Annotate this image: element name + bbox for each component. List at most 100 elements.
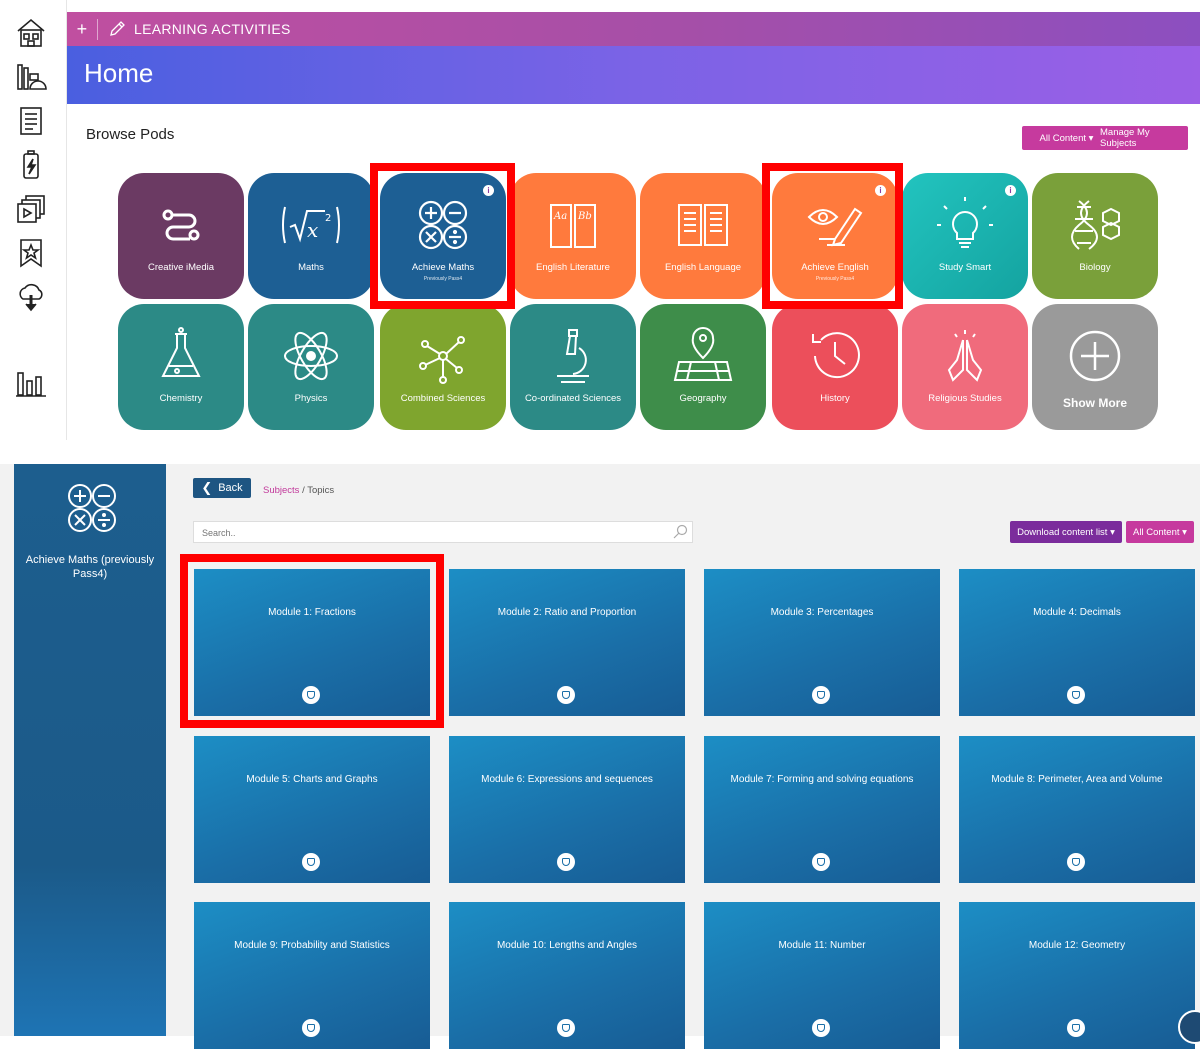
module-card[interactable]: Module 7: Forming and solving equations bbox=[704, 736, 940, 883]
subject-title: Achieve Maths (previously Pass4) bbox=[25, 554, 155, 580]
pod-label: Co-ordinated Sciences bbox=[524, 393, 622, 404]
all-content-dropdown[interactable]: All Content ▾ bbox=[1126, 521, 1194, 543]
module-card[interactable]: Module 2: Ratio and Proportion bbox=[449, 569, 685, 716]
diamond-icon bbox=[557, 1019, 575, 1037]
pod-coordinated-sciences[interactable]: Co-ordinated Sciences bbox=[510, 304, 636, 430]
download-content-list-button[interactable]: Download content list ▾ bbox=[1010, 521, 1122, 543]
module-title: Module 9: Probability and Statistics bbox=[234, 940, 390, 951]
module-card[interactable]: Module 8: Perimeter, Area and Volume bbox=[959, 736, 1195, 883]
diamond-icon bbox=[302, 1019, 320, 1037]
pod-label: Study Smart bbox=[938, 262, 992, 273]
pod-chemistry[interactable]: Chemistry bbox=[118, 304, 244, 430]
pod-label: English Language bbox=[664, 262, 742, 273]
module-title: Module 11: Number bbox=[778, 940, 866, 951]
diamond-icon bbox=[1067, 1019, 1085, 1037]
activities-bar: + LEARNING ACTIVITIES bbox=[67, 12, 1200, 46]
section-label[interactable]: LEARNING ACTIVITIES bbox=[134, 21, 291, 37]
pod-creative-imedia[interactable]: Creative iMedia bbox=[118, 173, 244, 299]
pod-history[interactable]: History bbox=[772, 304, 898, 430]
slides-icon[interactable] bbox=[12, 190, 50, 228]
pod-label: Maths bbox=[298, 262, 324, 273]
breadcrumb: Subjects / Topics bbox=[263, 485, 334, 496]
lightbulb-icon bbox=[937, 197, 993, 248]
module-card[interactable]: Module 12: Geometry bbox=[959, 902, 1195, 1049]
plus-circle-icon bbox=[1069, 330, 1121, 382]
pod-label: Combined Sciences bbox=[400, 393, 486, 404]
module-card[interactable]: Module 6: Expressions and sequences bbox=[449, 736, 685, 883]
breadcrumb-subjects-link[interactable]: Subjects bbox=[263, 485, 299, 496]
bookmark-star-icon[interactable] bbox=[12, 234, 50, 272]
library-icon[interactable] bbox=[12, 58, 50, 96]
module-card[interactable]: Module 11: Number bbox=[704, 902, 940, 1049]
module-card[interactable]: Module 9: Probability and Statistics bbox=[194, 902, 430, 1049]
stats-icon[interactable] bbox=[12, 364, 50, 402]
pod-combined-sciences[interactable]: Combined Sciences bbox=[380, 304, 506, 430]
microscope-icon bbox=[557, 329, 589, 383]
pod-show-more[interactable]: Show More bbox=[1032, 304, 1158, 430]
module-card[interactable]: Module 3: Percentages bbox=[704, 569, 940, 716]
diamond-icon bbox=[557, 686, 575, 704]
search-input[interactable] bbox=[200, 526, 664, 540]
highlight-module-1 bbox=[180, 554, 444, 728]
math-operators-icon bbox=[68, 484, 116, 532]
diamond-icon bbox=[812, 1019, 830, 1037]
pod-biology[interactable]: Biology bbox=[1032, 173, 1158, 299]
diamond-icon bbox=[302, 853, 320, 871]
section-divider bbox=[0, 440, 1200, 464]
add-activity-button[interactable]: + bbox=[67, 18, 98, 40]
dna-icon bbox=[1071, 200, 1120, 250]
pod-maths[interactable]: x2 Maths bbox=[248, 173, 374, 299]
chevron-left-icon: ❮ bbox=[201, 480, 213, 495]
pod-label: Chemistry bbox=[159, 393, 203, 404]
highlight-achieve-maths bbox=[370, 163, 515, 309]
home-icon[interactable] bbox=[12, 14, 50, 52]
open-book-icon: Aa Bb bbox=[550, 204, 596, 248]
svg-text:2: 2 bbox=[325, 213, 331, 224]
pod-religious-studies[interactable]: Religious Studies bbox=[902, 304, 1028, 430]
book-icon bbox=[678, 204, 728, 246]
module-title: Module 6: Expressions and sequences bbox=[481, 774, 653, 785]
page-title: Home bbox=[84, 58, 154, 88]
praying-hands-icon bbox=[947, 330, 983, 382]
battery-icon[interactable] bbox=[12, 146, 50, 184]
diamond-icon bbox=[1067, 686, 1085, 704]
flask-icon bbox=[161, 327, 201, 377]
pod-label: Physics bbox=[294, 393, 328, 404]
pod-physics[interactable]: Physics bbox=[248, 304, 374, 430]
back-button[interactable]: ❮ Back bbox=[193, 478, 251, 498]
pod-english-literature[interactable]: Aa Bb English Literature bbox=[510, 173, 636, 299]
icon-rail bbox=[0, 0, 67, 440]
pencil-icon bbox=[110, 21, 125, 36]
pod-label: Geography bbox=[679, 393, 727, 404]
svg-text:Aa: Aa bbox=[553, 211, 567, 222]
page-header: Home bbox=[67, 46, 1200, 104]
browse-pods-heading: Browse Pods bbox=[86, 126, 175, 143]
module-title: Module 3: Percentages bbox=[770, 607, 874, 618]
pod-geography[interactable]: Geography bbox=[640, 304, 766, 430]
history-icon bbox=[812, 332, 860, 379]
diamond-icon bbox=[812, 686, 830, 704]
pod-label: Creative iMedia bbox=[148, 262, 214, 273]
cloud-download-icon[interactable] bbox=[12, 278, 50, 316]
manage-subjects-button[interactable]: Manage My Subjects bbox=[1094, 126, 1188, 150]
pod-english-language[interactable]: English Language bbox=[640, 173, 766, 299]
breadcrumb-current: Topics bbox=[307, 485, 335, 496]
module-title: Module 7: Forming and solving equations bbox=[730, 774, 914, 785]
document-icon[interactable] bbox=[12, 102, 50, 140]
sqrt-icon: x2 bbox=[282, 206, 340, 244]
search-icon[interactable] bbox=[672, 524, 688, 540]
module-title: Module 2: Ratio and Proportion bbox=[497, 607, 637, 618]
atom-icon bbox=[284, 331, 338, 381]
module-card[interactable]: Module 10: Lengths and Angles bbox=[449, 902, 685, 1049]
diamond-icon bbox=[557, 853, 575, 871]
map-pin-icon bbox=[673, 327, 733, 381]
molecule-icon bbox=[419, 336, 465, 384]
module-card[interactable]: Module 4: Decimals bbox=[959, 569, 1195, 716]
module-card[interactable]: Module 5: Charts and Graphs bbox=[194, 736, 430, 883]
highlight-achieve-english bbox=[762, 163, 903, 309]
pod-study-smart[interactable]: i Study Smart bbox=[902, 173, 1028, 299]
subject-panel: Achieve Maths (previously Pass4) bbox=[14, 464, 166, 1036]
module-title: Module 5: Charts and Graphs bbox=[246, 774, 378, 785]
pod-label: Show More bbox=[1062, 396, 1127, 410]
info-icon[interactable]: i bbox=[1005, 185, 1016, 196]
